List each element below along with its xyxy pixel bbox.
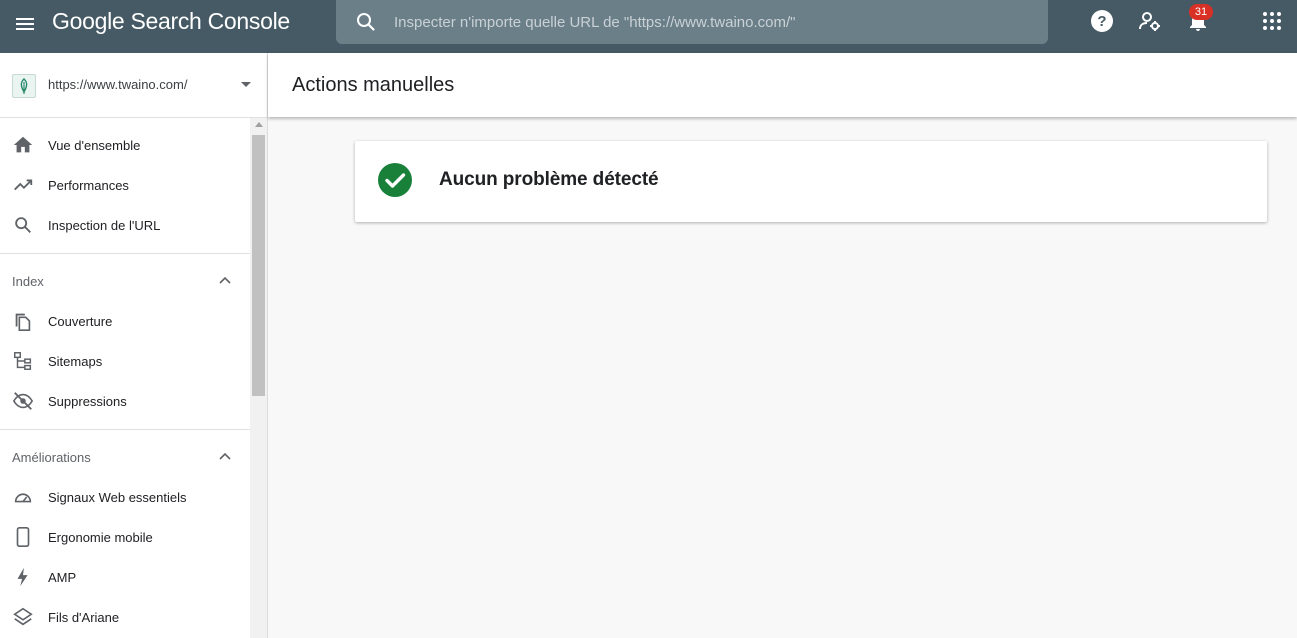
menu-icon[interactable]: [13, 12, 37, 36]
eye-off-icon: [12, 390, 34, 412]
top-app-bar: Google Search Console ? 31: [0, 0, 1297, 53]
sidebar-scrollbar[interactable]: [250, 118, 267, 638]
sidebar-item-label: Suppressions: [48, 394, 127, 409]
sidebar-item-label: Vue d'ensemble: [48, 138, 141, 153]
search-icon: [12, 214, 34, 236]
sidebar-item-label: AMP: [48, 570, 77, 585]
scrollbar-thumb[interactable]: [252, 135, 265, 396]
trending-up-icon: [12, 174, 34, 196]
section-label: Index: [12, 274, 44, 289]
admin-settings-icon[interactable]: [1138, 9, 1162, 33]
divider: [0, 253, 250, 254]
status-message: Aucun problème détecté: [439, 169, 659, 190]
scroll-up-arrow-icon[interactable]: [255, 122, 263, 127]
svg-text:?: ?: [1097, 13, 1106, 30]
property-icon: [12, 74, 36, 98]
sidebar-item-removals[interactable]: Suppressions: [0, 382, 250, 422]
notification-badge: 31: [1189, 4, 1213, 20]
property-url: https://www.twaino.com/: [48, 77, 188, 92]
dropdown-caret-icon[interactable]: [241, 82, 251, 87]
smartphone-icon: [12, 526, 34, 548]
page-title: Actions manuelles: [292, 74, 455, 96]
section-header-index[interactable]: Index: [0, 261, 250, 301]
search-input[interactable]: [394, 0, 1034, 44]
layers-icon: [12, 606, 34, 628]
sidebar-item-label: Ergonomie mobile: [48, 530, 153, 545]
status-card: Aucun problème détecté: [355, 141, 1267, 222]
section-label: Améliorations: [12, 450, 91, 465]
app-logo[interactable]: Google Search Console: [52, 8, 290, 35]
sidebar-item-label: Inspection de l'URL: [48, 218, 161, 233]
section-header-enhancements[interactable]: Améliorations: [0, 437, 250, 477]
sidebar-item-sitemaps[interactable]: Sitemaps: [0, 342, 250, 382]
sidebar-item-core-web-vitals[interactable]: Signaux Web essentiels: [0, 478, 250, 518]
divider: [0, 429, 250, 430]
chevron-up-icon: [217, 273, 233, 289]
sidebar-item-breadcrumbs[interactable]: Fils d'Ariane: [0, 598, 250, 638]
chevron-up-icon: [217, 449, 233, 465]
sidebar: https://www.twaino.com/ Vue d'ensemble P…: [0, 53, 268, 638]
sidebar-item-url-inspection[interactable]: Inspection de l'URL: [0, 206, 250, 246]
sidebar-item-label: Fils d'Ariane: [48, 610, 120, 625]
copy-icon: [12, 310, 34, 332]
search-icon: [354, 10, 378, 34]
bolt-icon: [12, 566, 34, 588]
sidebar-item-coverage[interactable]: Couverture: [0, 302, 250, 342]
sidebar-item-mobile-usability[interactable]: Ergonomie mobile: [0, 518, 250, 558]
sidebar-item-label: Sitemaps: [48, 354, 103, 369]
speed-icon: [12, 486, 34, 508]
help-icon[interactable]: ?: [1090, 9, 1114, 33]
page-header: Actions manuelles: [268, 53, 1297, 117]
sidebar-item-label: Performances: [48, 178, 129, 193]
sidebar-item-amp[interactable]: AMP: [0, 558, 250, 598]
url-inspection-search[interactable]: [336, 0, 1048, 44]
sidebar-item-overview[interactable]: Vue d'ensemble: [0, 126, 250, 166]
sidebar-item-label: Signaux Web essentiels: [48, 490, 187, 505]
sidebar-item-performance[interactable]: Performances: [0, 166, 250, 206]
property-selector[interactable]: https://www.twaino.com/: [0, 53, 267, 118]
home-icon: [12, 134, 34, 156]
check-circle-icon: [378, 163, 412, 197]
sitemap-icon: [12, 350, 34, 372]
apps-grid-icon[interactable]: [1260, 9, 1284, 33]
sidebar-item-label: Couverture: [48, 314, 113, 329]
